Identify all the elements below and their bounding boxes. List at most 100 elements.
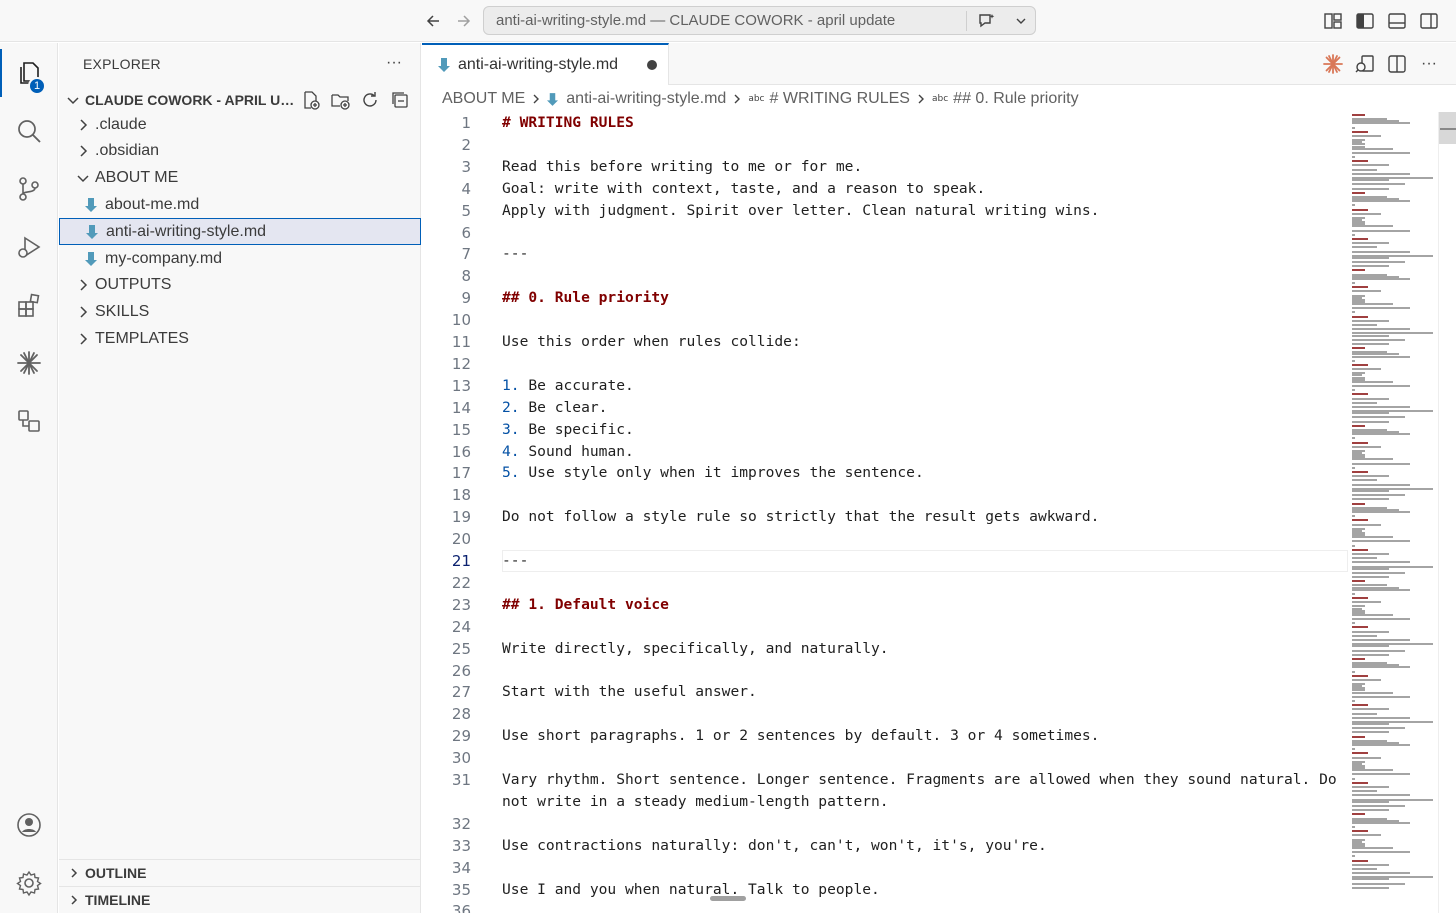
code-line[interactable]: 6: [422, 222, 1348, 244]
code-line[interactable]: 21 ---: [422, 550, 1348, 572]
minimap-line: [1352, 666, 1410, 669]
file-item-about-me-md[interactable]: about-me.md: [59, 191, 421, 218]
chat-sparkle-icon[interactable]: [967, 7, 1007, 34]
toggle-primary-sidebar-icon[interactable]: [1353, 9, 1377, 33]
vertical-scrollbar[interactable]: [1438, 112, 1456, 913]
code-line[interactable]: 26: [422, 660, 1348, 682]
code-line[interactable]: 2: [422, 134, 1348, 156]
code-line[interactable]: 17 5. Use style only when it improves the…: [422, 462, 1348, 484]
code-line[interactable]: 31 Vary rhythm. Short sentence. Longer se…: [422, 769, 1348, 791]
extensions-icon[interactable]: [0, 279, 58, 331]
breadcrumb-folder[interactable]: ABOUT ME: [442, 90, 525, 108]
code-line[interactable]: 9 ## 0. Rule priority: [422, 287, 1348, 309]
code-line[interactable]: 24: [422, 616, 1348, 638]
horizontal-scrollbar-thumb[interactable]: [710, 896, 746, 901]
more-actions-icon[interactable]: ···: [381, 51, 407, 75]
folder-item-about-me[interactable]: ABOUT ME: [59, 165, 421, 192]
folder-item-skills[interactable]: SKILLS: [59, 299, 421, 326]
minimap-line: [1352, 233, 1355, 236]
command-center[interactable]: anti-ai-writing-style.md — CLAUDE COWORK…: [483, 6, 1036, 35]
minimap[interactable]: [1348, 112, 1438, 913]
code-line[interactable]: 10: [422, 309, 1348, 331]
folder-item-obsidian[interactable]: .obsidian: [59, 138, 421, 165]
minimap-line: [1352, 540, 1410, 543]
command-center-text[interactable]: anti-ai-writing-style.md — CLAUDE COWORK…: [484, 12, 966, 29]
chevron-down-icon[interactable]: [1007, 7, 1035, 34]
new-file-icon[interactable]: [297, 87, 323, 113]
split-editor-icon[interactable]: [1385, 52, 1409, 76]
claude-icon[interactable]: [0, 337, 58, 389]
file-item-my-company-md[interactable]: my-company.md: [59, 245, 421, 272]
code-line[interactable]: 15 3. Be specific.: [422, 419, 1348, 441]
code-line[interactable]: 14 2. Be clear.: [422, 397, 1348, 419]
breadcrumb-section-rule-priority[interactable]: abc ## 0. Rule priority: [932, 90, 1079, 108]
code-line[interactable]: 32: [422, 813, 1348, 835]
arrow-left-icon[interactable]: [421, 9, 445, 33]
code-line[interactable]: 34: [422, 857, 1348, 879]
toggle-secondary-sidebar-icon[interactable]: [1417, 9, 1441, 33]
refresh-icon[interactable]: [357, 87, 383, 113]
minimap-line: [1352, 389, 1355, 392]
code-line[interactable]: 16 4. Sound human.: [422, 441, 1348, 463]
code-line[interactable]: 25 Write directly, specifically, and natu…: [422, 638, 1348, 660]
code-line[interactable]: 7 ---: [422, 243, 1348, 265]
code-line[interactable]: 4 Goal: write with context, taste, and a …: [422, 178, 1348, 200]
more-actions-icon[interactable]: ···: [1417, 52, 1441, 76]
code-line[interactable]: 18: [422, 484, 1348, 506]
code-line[interactable]: 33 Use contractions naturally: don't, can…: [422, 835, 1348, 857]
claude-spark-icon[interactable]: [1321, 52, 1345, 76]
code-line[interactable]: 5 Apply with judgment. Spirit over letter…: [422, 200, 1348, 222]
code-text: Write directly, specifically, and natura…: [502, 638, 889, 660]
minimap-line: [1352, 809, 1389, 812]
code-line[interactable]: 1 # WRITING RULES: [422, 112, 1348, 134]
code-line[interactable]: 22: [422, 572, 1348, 594]
search-icon[interactable]: [0, 105, 58, 157]
account-icon[interactable]: [0, 799, 58, 851]
open-preview-icon[interactable]: [1353, 52, 1377, 76]
code-line[interactable]: 19 Do not follow a style rule so strictly…: [422, 506, 1348, 528]
code-line[interactable]: 27 Start with the useful answer.: [422, 681, 1348, 703]
settings-gear-icon[interactable]: [0, 857, 58, 909]
timeline-panel-header[interactable]: TIMELINE: [59, 886, 421, 912]
code-line[interactable]: 35 Use I and you when natural. Talk to pe…: [422, 879, 1348, 901]
collapse-all-icon[interactable]: [387, 87, 413, 113]
line-number: 4: [461, 179, 471, 198]
outline-panel-header[interactable]: OUTLINE: [59, 859, 421, 885]
minimap-line: [1352, 544, 1355, 547]
arrow-right-icon[interactable]: [452, 9, 476, 33]
breadcrumb-file[interactable]: anti-ai-writing-style.md: [547, 90, 726, 108]
code-line[interactable]: 20: [422, 528, 1348, 550]
line-number: 17: [451, 464, 471, 483]
minimap-line: [1352, 674, 1369, 677]
new-folder-icon[interactable]: [327, 87, 353, 113]
source-control-icon[interactable]: [0, 163, 58, 215]
folder-item-templates[interactable]: TEMPLATES: [59, 325, 421, 352]
code-line[interactable]: 13 1. Be accurate.: [422, 375, 1348, 397]
minimap-line: [1352, 773, 1410, 776]
folder-item-claude[interactable]: .claude: [59, 111, 421, 138]
editor-text-area[interactable]: 1 # WRITING RULES 2 3 Read this before writi…: [422, 112, 1348, 913]
breadcrumb-section-writing-rules[interactable]: abc # WRITING RULES: [748, 90, 910, 108]
code-line[interactable]: 8: [422, 265, 1348, 287]
file-item-anti-ai-writing-style-md[interactable]: anti-ai-writing-style.md: [59, 218, 421, 246]
workspace-header[interactable]: CLAUDE COWORK - APRIL UPDATE: [59, 87, 420, 113]
code-line[interactable]: not write in a steady medium-length patt…: [422, 791, 1348, 813]
code-line[interactable]: 28: [422, 703, 1348, 725]
tab-anti-ai-writing-style[interactable]: anti-ai-writing-style.md: [422, 43, 669, 85]
run-debug-icon[interactable]: [0, 221, 58, 273]
code-line[interactable]: 29 Use short paragraphs. 1 or 2 sentences…: [422, 725, 1348, 747]
customize-layout-icon[interactable]: [1321, 9, 1345, 33]
code-line[interactable]: 11 Use this order when rules collide:: [422, 331, 1348, 353]
explorer-icon[interactable]: 1: [0, 47, 58, 99]
code-text: Apply with judgment. Spirit over letter.…: [502, 200, 1099, 222]
folder-item-outputs[interactable]: OUTPUTS: [59, 272, 421, 299]
code-line[interactable]: 3 Read this before writing to me or for m…: [422, 156, 1348, 178]
remote-explorer-icon[interactable]: [0, 395, 58, 447]
unsaved-dot-icon[interactable]: [647, 60, 657, 70]
toggle-panel-icon[interactable]: [1385, 9, 1409, 33]
code-line[interactable]: 30: [422, 747, 1348, 769]
code-line[interactable]: 12: [422, 353, 1348, 375]
breadcrumb-section-label: # WRITING RULES: [769, 90, 910, 107]
code-line[interactable]: 23 ## 1. Default voice: [422, 594, 1348, 616]
code-line[interactable]: 36: [422, 900, 1348, 913]
